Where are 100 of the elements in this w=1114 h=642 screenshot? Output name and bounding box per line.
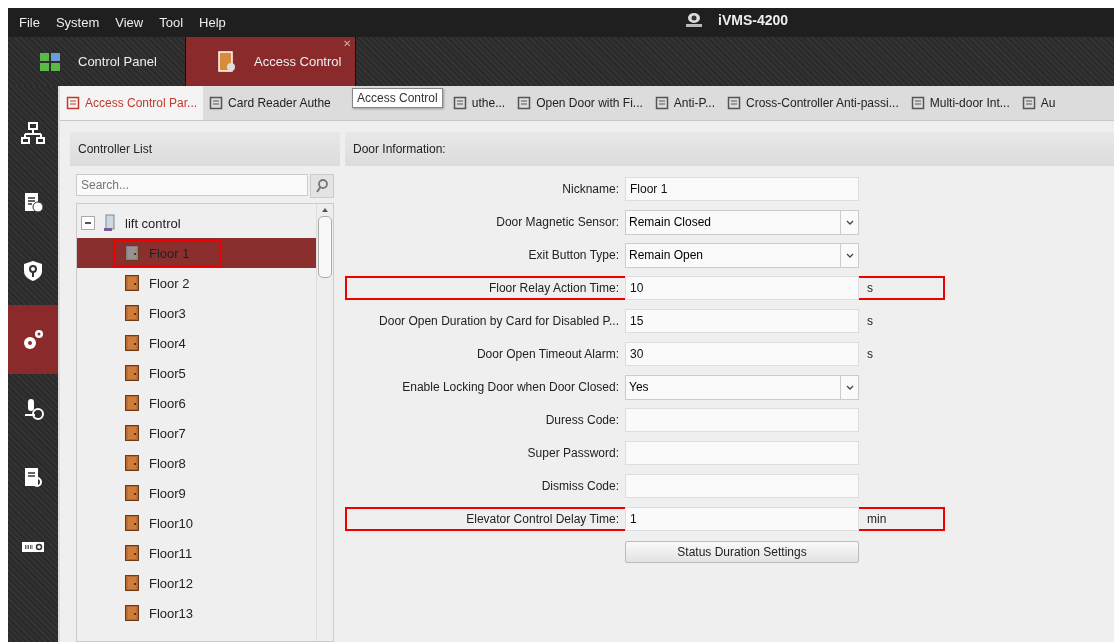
tree-label: Floor4 [149,335,186,351]
input-field[interactable]: 15 [625,309,859,333]
tree-item[interactable]: Floor12 [77,568,316,598]
unit-label: s [866,347,873,361]
sub-tab[interactable]: Au [1015,86,1062,120]
door-icon [125,365,139,381]
input-field[interactable] [625,408,859,432]
sub-tab[interactable]: Multi-door Int... [904,86,1016,120]
grid-icon [40,52,60,71]
tree-item[interactable]: Floor7 [77,418,316,448]
controller-icon [103,214,117,232]
tree-label: lift control [125,215,181,231]
scrollbar[interactable] [316,204,333,641]
tree-label: Floor3 [149,305,186,321]
tree-label: Floor 2 [149,275,190,291]
tree-item[interactable]: Floor6 [77,388,316,418]
field-label: Nickname: [561,182,620,196]
sub-tab[interactable]: Cross-Controller Anti-passi... [721,86,905,120]
unit-label: min [866,512,887,526]
input-field[interactable] [625,441,859,465]
door-icon [125,575,139,591]
input-field[interactable]: 1 [625,507,859,531]
input-field[interactable]: 10 [625,276,859,300]
sub-tab[interactable]: uthe... [446,86,512,120]
field-label: Super Password: [526,446,620,460]
door-icon [125,335,139,351]
sub-tab[interactable]: Open Door with Fi... [511,86,649,120]
close-icon[interactable]: ✕ [343,38,351,49]
tree-item[interactable]: lift control [77,208,316,238]
caret-icon [845,252,854,258]
field-label: Elevator Control Delay Time: [465,512,620,526]
camera-icon [684,12,704,28]
field-label: Floor Relay Action Time: [487,281,620,295]
tree-label: Floor7 [149,425,186,441]
sidebar-item[interactable] [8,305,58,374]
input-field[interactable]: Floor 1 [625,177,859,201]
scroll-up-icon[interactable] [322,208,328,212]
dropdown[interactable]: Remain Open [625,242,859,268]
tab-icon [910,96,925,110]
door-icon [125,545,139,561]
tree-label: Floor12 [149,575,194,591]
caret-icon [845,384,854,390]
tree-item[interactable]: Floor 2 [77,268,316,298]
menu-item[interactable]: Help [199,15,226,30]
dropdown[interactable]: Yes [625,374,859,400]
network-icon [21,120,45,145]
tree-label: Floor5 [149,365,186,381]
tree-label: Floor9 [149,485,186,501]
tree-item[interactable]: Floor4 [77,328,316,358]
tab-icon [517,96,532,110]
dropdown[interactable]: Remain Closed [625,209,859,235]
unit-label: s [866,281,873,295]
tab-icon [654,96,669,110]
door-icon [125,455,139,471]
tree-item[interactable]: Floor8 [77,448,316,478]
menu-item[interactable]: System [55,15,100,30]
status-duration-settings-button[interactable]: Status Duration Settings [625,541,859,563]
door-icon [125,485,139,501]
sub-tab[interactable]: Card Reader Authe [203,86,337,120]
collapse-icon[interactable] [81,216,95,230]
field-label: Door Open Timeout Alarm: [475,347,620,361]
tree-label: Floor10 [149,515,194,531]
door-icon [218,50,236,73]
shield-icon [21,258,45,283]
module-tab[interactable]: Access Control ✕ [186,37,356,86]
door-icon [125,605,139,621]
tooltip: Access Control [352,88,443,108]
tab-icon [727,96,741,110]
tab-icon [66,96,80,110]
tab-icon [209,96,224,110]
panel-header: Controller List [70,132,340,166]
tree-item[interactable]: Floor11 [77,538,316,568]
field-label: Dismiss Code: [540,479,620,493]
menu-item[interactable]: File [19,15,40,30]
door-icon [125,275,139,291]
tree-label: Floor 1 [149,245,190,261]
tree-item[interactable]: Floor3 [77,298,316,328]
input-field[interactable]: 30 [625,342,859,366]
input-field[interactable] [625,474,859,498]
door-icon [125,245,139,261]
tree-item[interactable]: Floor10 [77,508,316,538]
tree-item[interactable]: Floor5 [77,358,316,388]
unit-label: s [866,314,873,328]
menu-item[interactable]: Tool [159,15,184,30]
search-field[interactable]: Search... [76,174,308,196]
search-button[interactable] [310,174,334,198]
tree-item[interactable]: Floor9 [77,478,316,508]
scrollbar-thumb[interactable] [318,216,332,278]
sub-tab[interactable]: Access Control Par... [60,86,204,120]
tab-icon [1021,96,1036,110]
gears-icon [21,327,45,352]
tree-label: Floor13 [149,605,194,621]
tree-item[interactable]: Floor13 [77,598,316,628]
sub-tab[interactable]: Anti-P... [648,86,721,120]
menu-item[interactable]: View [115,15,144,30]
field-label: Door Magnetic Sensor: [495,215,620,229]
field-label: Door Open Duration by Card for Disabled P... [378,314,620,328]
panel-header: Door Information: [345,132,1114,166]
field-label: Exit Button Type: [527,248,620,262]
window-title: iVMS-4200 [718,12,789,28]
